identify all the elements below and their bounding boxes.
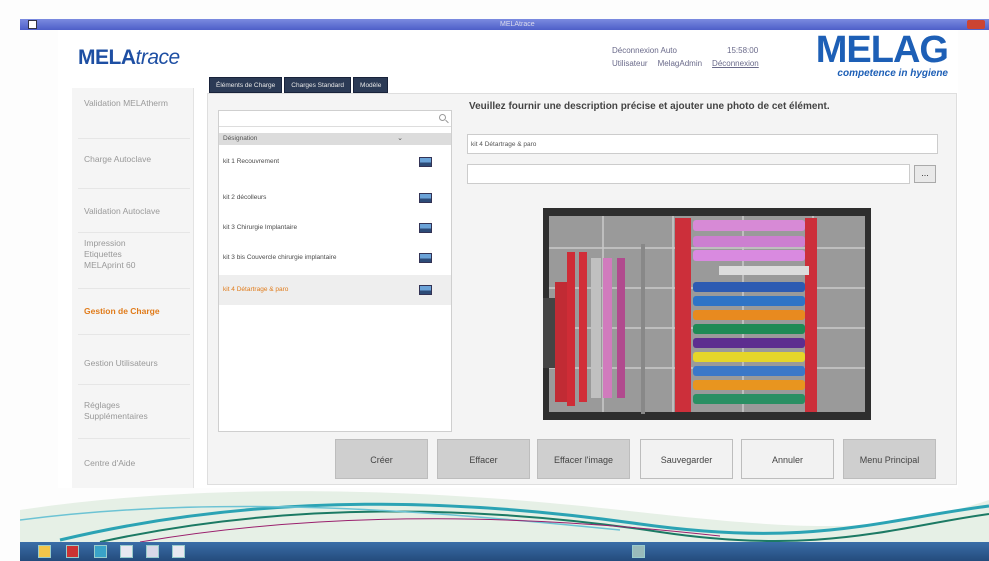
- sidebar-item-impression-etiquettes[interactable]: Impression Etiquettes MELAprint 60: [84, 238, 154, 271]
- divider: [78, 138, 190, 139]
- list-item[interactable]: kit 3 bis Couvercle chirurgie implantair…: [219, 243, 451, 273]
- user-label: Utilisateur: [612, 59, 648, 68]
- delete-image-button[interactable]: Effacer l'image: [537, 439, 630, 479]
- column-header[interactable]: Désignation ⌄: [219, 133, 451, 145]
- tab-charges-standard[interactable]: Charges Standard: [284, 77, 352, 93]
- list-item[interactable]: kit 3 Chirurgie Implantaire: [219, 213, 451, 243]
- list-item-label: kit 3 Chirurgie Implantaire: [223, 224, 298, 231]
- app-icon[interactable]: [94, 545, 107, 558]
- browse-button[interactable]: ...: [914, 165, 936, 183]
- list-item[interactable]: kit 2 décolleurs: [219, 183, 451, 213]
- list-item-label: kit 1 Recouvrement: [223, 158, 279, 165]
- sidebar-item-validation-autoclave[interactable]: Validation Autoclave: [84, 206, 188, 217]
- items-list: Désignation ⌄ kit 1 Recouvrement kit 2 d…: [218, 110, 452, 432]
- close-button[interactable]: [967, 20, 985, 29]
- sidebar-item-reglages[interactable]: Réglages Supplémentaires: [84, 400, 164, 422]
- sidebar-item-charge-autoclave[interactable]: Charge Autoclave: [84, 154, 188, 165]
- image-icon: [419, 157, 432, 167]
- decorative-swoosh: [20, 491, 989, 542]
- photo-path-field[interactable]: [467, 164, 910, 184]
- sidebar-item-gestion-de-charge[interactable]: Gestion de Charge: [84, 306, 188, 317]
- screen: MELAtrace MELAtrace Déconnexion Auto 15:5…: [0, 0, 989, 561]
- detail-heading: Veuillez fournir une description précise…: [469, 101, 830, 112]
- sidebar: Validation MELAtherm Charge Autoclave Va…: [72, 88, 194, 488]
- list-item-selected[interactable]: kit 4 Détartrage & paro: [219, 275, 451, 305]
- create-button[interactable]: Créer: [335, 439, 428, 479]
- name-field[interactable]: kit 4 Détartrage & paro: [467, 134, 938, 154]
- column-header-label: Désignation: [223, 135, 258, 142]
- melag-app-icon[interactable]: [146, 545, 159, 558]
- melatrace-logo: MELAtrace: [78, 46, 180, 70]
- tab-bar: Éléments de Charge Charges Standard Modè…: [209, 77, 389, 93]
- logo-italic: trace: [135, 46, 181, 69]
- save-button[interactable]: Sauvegarder: [640, 439, 733, 479]
- item-photo: [543, 208, 871, 420]
- search-input[interactable]: [219, 115, 419, 130]
- divider: [78, 384, 190, 385]
- melag-logo: MELAG competence in hygiene: [808, 29, 949, 79]
- logout-link[interactable]: Déconnexion: [712, 57, 759, 70]
- delete-button[interactable]: Effacer: [437, 439, 530, 479]
- tab-elements-de-charge[interactable]: Éléments de Charge: [209, 77, 283, 93]
- user-value: MelagAdmin: [657, 59, 703, 68]
- chevron-down-icon[interactable]: ⌄: [397, 133, 403, 145]
- folder-icon[interactable]: [38, 545, 51, 558]
- cancel-button[interactable]: Annuler: [741, 439, 834, 479]
- window-title: MELAtrace: [500, 21, 535, 28]
- divider: [78, 288, 190, 289]
- image-icon: [419, 285, 432, 295]
- sidebar-item-centre-aide[interactable]: Centre d'Aide: [84, 458, 188, 469]
- tab-modele[interactable]: Modèle: [353, 77, 389, 93]
- divider: [78, 334, 190, 335]
- app-icon[interactable]: [28, 20, 37, 29]
- auto-logout-label: Déconnexion Auto: [612, 46, 677, 55]
- melag-app-icon[interactable]: [120, 545, 133, 558]
- auto-logout-value: 15:58:00: [727, 46, 759, 55]
- search-box[interactable]: [219, 111, 451, 130]
- taskbar: [20, 542, 989, 561]
- melag-wordmark: MELAG: [815, 29, 949, 71]
- divider: [78, 188, 190, 189]
- sidebar-item-gestion-utilisateurs[interactable]: Gestion Utilisateurs: [84, 358, 188, 369]
- divider: [78, 232, 190, 233]
- status-block: Déconnexion Auto 15:58:00 Utilisateur Mela…: [612, 44, 759, 70]
- main-menu-button[interactable]: Menu Principal: [843, 439, 936, 479]
- list-item-label: kit 4 Détartrage & paro: [223, 286, 289, 293]
- logo-main: MELA: [78, 46, 136, 69]
- sidebar-item-validation-melatherm[interactable]: Validation MELAtherm: [84, 98, 188, 109]
- list-item-label: kit 2 décolleurs: [223, 194, 267, 201]
- list-item-label: kit 3 bis Couvercle chirurgie implantair…: [223, 254, 337, 261]
- image-icon: [419, 193, 432, 203]
- melag-app-icon[interactable]: [172, 545, 185, 558]
- image-icon: [419, 253, 432, 263]
- image-icon: [419, 223, 432, 233]
- divider: [78, 438, 190, 439]
- app-icon[interactable]: [66, 545, 79, 558]
- list-item[interactable]: kit 1 Recouvrement: [219, 147, 451, 177]
- search-icon[interactable]: [439, 114, 446, 121]
- keyboard-icon[interactable]: [632, 545, 645, 558]
